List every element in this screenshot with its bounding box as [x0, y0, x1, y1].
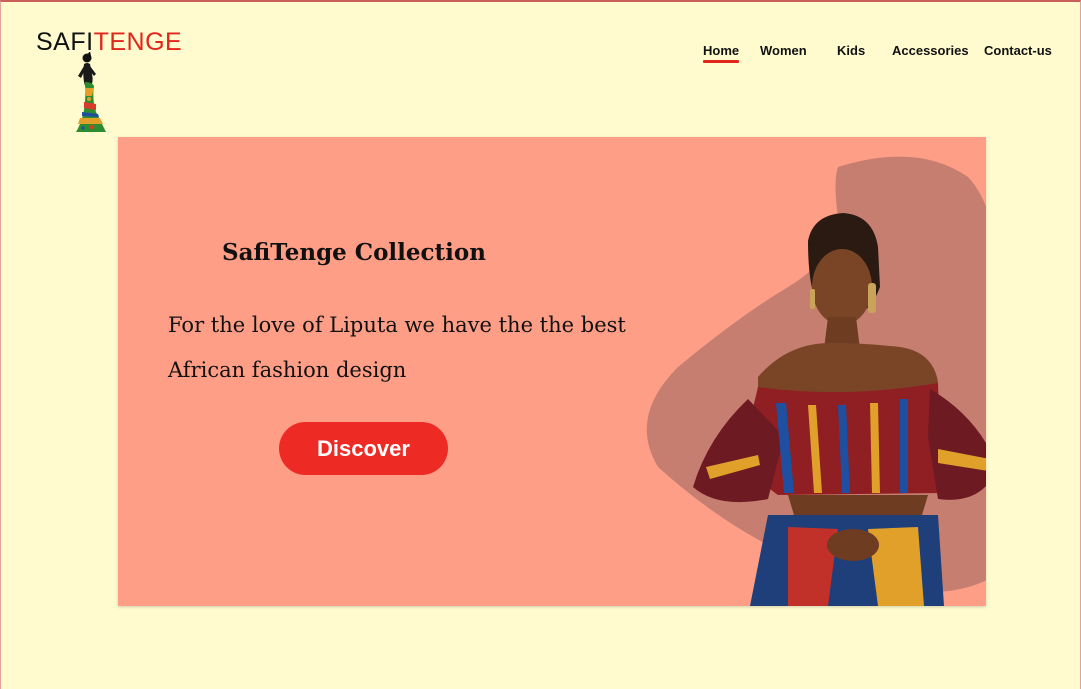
- hero-model-image: [646, 156, 986, 606]
- discover-button[interactable]: Discover: [279, 422, 448, 475]
- woman-figure-icon: [76, 52, 106, 132]
- hero-line-2: African fashion design: [168, 358, 407, 382]
- nav-kids-link[interactable]: Kids: [837, 43, 865, 58]
- hero-line-1: For the love of Liputa we have the the b…: [168, 313, 626, 337]
- hero-title: SafiTenge Collection: [222, 239, 486, 266]
- nav-accessories-link[interactable]: Accessories: [892, 43, 969, 58]
- hero-description: For the love of Liputa we have the the b…: [168, 303, 638, 393]
- nav-women-link[interactable]: Women: [760, 43, 807, 58]
- hero-banner: SafiTenge Collection For the love of Lip…: [118, 137, 986, 606]
- nav-contact-link[interactable]: Contact-us: [984, 43, 1052, 58]
- nav-home-link[interactable]: Home: [703, 43, 740, 63]
